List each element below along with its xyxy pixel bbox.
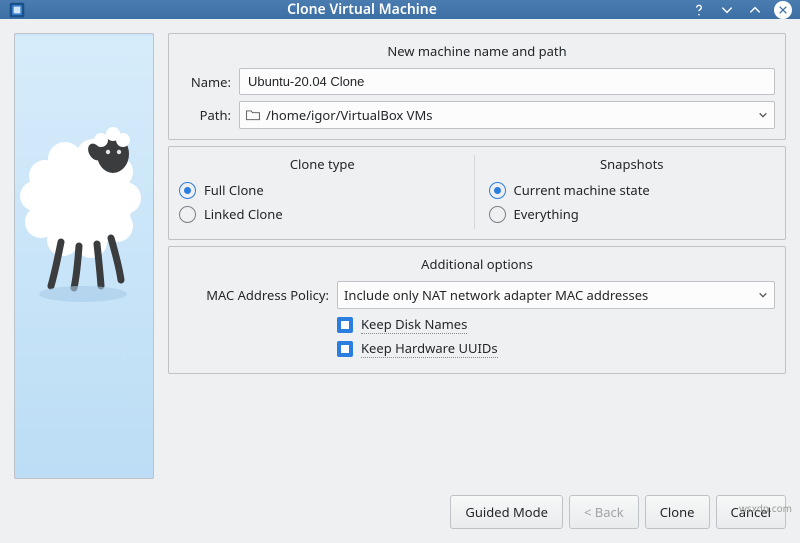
- name-label: Name:: [179, 73, 231, 91]
- chevron-down-icon: [758, 110, 768, 120]
- check-keep-disk-names[interactable]: Keep Disk Names: [337, 315, 775, 334]
- check-label-keep-disk: Keep Disk Names: [361, 315, 467, 334]
- titlebar: Clone Virtual Machine: [0, 0, 800, 19]
- path-select[interactable]: /home/igor/VirtualBox VMs: [239, 101, 775, 129]
- folder-icon: [246, 109, 260, 121]
- app-icon: [8, 1, 34, 19]
- group-name-path: New machine name and path Name: Path: /h…: [168, 33, 786, 140]
- wizard-illustration: [14, 33, 154, 479]
- path-value: /home/igor/VirtualBox VMs: [266, 106, 752, 124]
- watermark: wsxdn.com: [739, 501, 792, 515]
- virtualbox-icon: [8, 1, 26, 19]
- radio-linked-clone[interactable]: Linked Clone: [179, 205, 466, 223]
- group-title-clone-type: Clone type: [179, 155, 466, 173]
- check-keep-hardware-uuids[interactable]: Keep Hardware UUIDs: [337, 339, 775, 358]
- path-label: Path:: [179, 106, 231, 124]
- maximize-button[interactable]: [746, 1, 764, 19]
- clone-button[interactable]: Clone: [645, 495, 710, 529]
- dialog-footer: Guided Mode < Back Clone Cancel: [0, 487, 800, 543]
- mac-policy-value: Include only NAT network adapter MAC add…: [344, 286, 752, 304]
- minimize-button[interactable]: [718, 1, 736, 19]
- group-title-name-path: New machine name and path: [179, 42, 775, 60]
- radio-label-linked: Linked Clone: [204, 205, 283, 223]
- group-title-additional: Additional options: [179, 255, 775, 273]
- radio-label-full: Full Clone: [204, 181, 264, 199]
- radio-label-everything: Everything: [514, 205, 579, 223]
- group-clone-snapshots: Clone type Full Clone Linked Clone: [168, 146, 786, 240]
- dialog-window: Clone Virtual Machine: [0, 0, 800, 519]
- chevron-down-icon: [758, 290, 768, 300]
- check-label-keep-uuid: Keep Hardware UUIDs: [361, 339, 498, 358]
- group-additional: Additional options MAC Address Policy: I…: [168, 246, 786, 374]
- help-button[interactable]: [690, 1, 708, 19]
- guided-mode-button[interactable]: Guided Mode: [450, 495, 563, 529]
- back-button[interactable]: < Back: [569, 495, 639, 529]
- group-title-snapshots: Snapshots: [489, 155, 776, 173]
- radio-everything[interactable]: Everything: [489, 205, 776, 223]
- mac-policy-select[interactable]: Include only NAT network adapter MAC add…: [337, 281, 775, 309]
- radio-full-clone[interactable]: Full Clone: [179, 181, 466, 199]
- close-button[interactable]: [774, 1, 792, 19]
- name-input[interactable]: [239, 68, 775, 95]
- radio-label-current: Current machine state: [514, 181, 650, 199]
- window-title: Clone Virtual Machine: [34, 0, 690, 19]
- mac-policy-label: MAC Address Policy:: [179, 286, 329, 304]
- radio-current-state[interactable]: Current machine state: [489, 181, 776, 199]
